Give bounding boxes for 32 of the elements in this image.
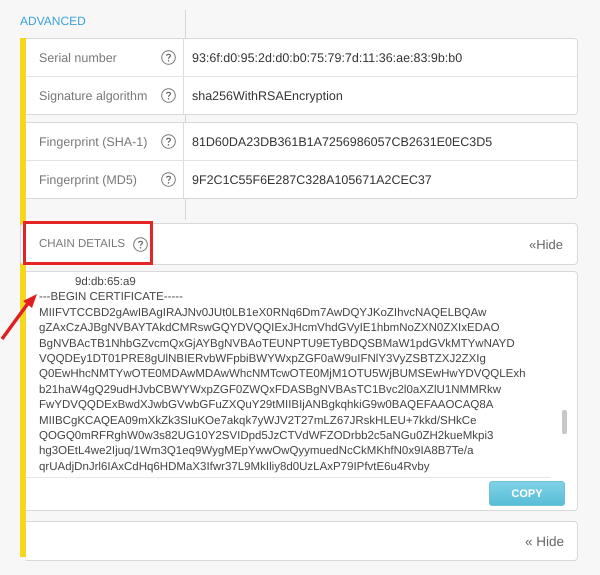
section-title: ADVANCED [20,14,86,28]
certificate-line: 9d:db:65:a9 [74,275,136,290]
certificate-line: FwYDVQQDExBwdXJwbGVwbGFuZXQuY29tMIIBIjANBgkqhkiG9w0BAQEFAAOCAQ8A [39,398,494,414]
help-icon[interactable] [161,88,176,103]
field-label: Fingerprint (SHA-1) [39,134,148,148]
field-value: 81D60DA23DB361B1A7256986057CB2631E0EC3D5 [191,134,492,148]
certificate-line: qrUAdjDnJrl6IAxCdHq6HDMaX3Ifwr37L9MkIliy8d0UzLAxP79IPfvtE6u4Rvby [39,460,430,475]
certificate-line: b21haW4gQ29udHJvbCBWYWxpZGF0ZWQxFDASBgNVBAsTC1Bvc2l0aXZlU1NMMRkw [39,382,502,398]
arrow-drawing [0,292,39,342]
certificate-line: Q0EwHhcNMTYwOTE0MDAwMDAwWhcNMTcwOTE0MjM1OTU5WjBUMSEwHwYDVQQLExh [39,367,526,382]
certificate-line: MIIFVTCCBD2gAwIBAgIRAJNv0JUt0LB1eX0RNq6Dm7AwDQYJKoZIhvcNAQELBQAw [39,306,486,321]
field-value: sha256WithRSAEncryption [191,88,343,102]
field-value: 93:6f:d0:95:2d:d0:b0:75:79:7d:11:36:ae:83:9b:b0 [191,50,462,64]
help-icon[interactable] [161,50,176,65]
certificate-line: hg3OEtL4we2Ijuq/1Wm3Q1eq9WygMEpYwwOwQyymuedNcCkMKhfN0x9IA8B7Te/a [39,444,474,460]
hide-link[interactable]: « Hide [524,534,564,548]
certificate-line: BgNVBAcTB1NhbGZvcmQxGjAYBgNVBAoTEUNPTU9ETyBDQSBMaW1pdGVkMTYwNAYD [39,336,515,352]
certificate-line: VQQDEy1DT01PRE8gUlNBIERvbWFpbiBWYWxpZGF0aW9uIFNlY3VyZSBTZXJ2ZXIg [39,352,486,368]
scrollbar-thumb[interactable] [562,410,567,434]
certificate-line: QOGQ0mRFRghW0w3s82UG10Y2SVIDpd5JzCTVdWFZODrbb2c5aNGu0ZH2kueMkpi3 [39,429,494,444]
field-label: Signature algorithm [39,88,148,102]
chain-details-title: CHAIN DETAILS [39,238,126,250]
certificate-line: ---BEGIN CERTIFICATE----- [39,290,183,306]
help-icon[interactable] [161,134,176,149]
help-icon[interactable] [133,236,148,252]
field-value: 9F2C1C55F6E287C328A105671A2CEC37 [191,172,432,186]
hide-link[interactable]: «Hide [529,236,563,252]
field-label: Serial number [39,50,117,64]
certificate-line: gZAxCzAJBgNVBAYTAkdCMRswGQYDVQQIExJHcmVhdGVyIE1hbmNoZXN0ZXIxEDAO [39,321,500,336]
field-label: Fingerprint (MD5) [39,172,137,186]
help-icon[interactable] [161,172,176,187]
certificate-line: MIIBCgKCAQEA09mXkZk3SIuKOe7akqk7yWJV2T27mLZ67JRskHLEU+7kkd/SHkCe [39,414,476,429]
